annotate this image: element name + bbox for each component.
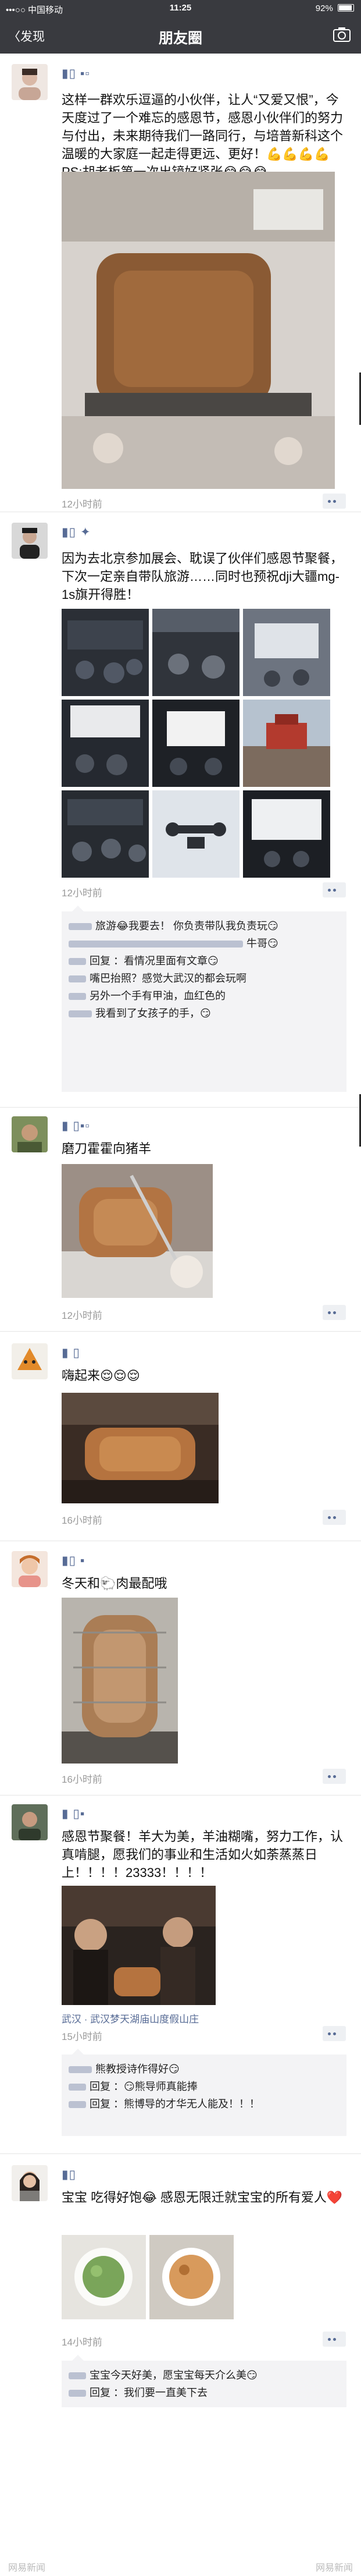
clock: 11:25 xyxy=(169,3,192,13)
moments-screen: •••○○ 中国移动 11:25 92% 〈发现 朋友圈 ▮▯ ▪▫ 这样一群欢… xyxy=(0,0,361,2576)
moment-post: ▮▯ ▪▫ 这样一群欢乐逗逼的小伙伴，让人“又爱又恨”，今天度过了一个难忘的感恩… xyxy=(0,64,361,512)
comment-list: 宝宝今天好美，愿宝宝每天介么美😏 回复 ：我们要一直美下去 xyxy=(62,2355,346,2407)
location-link[interactable]: 武汉 · 武汉梦天湖庙山度假山庄 xyxy=(62,2011,199,2025)
comment-item[interactable]: 回复 ：😏熊导师真能捧 xyxy=(69,2078,339,2095)
post-photo[interactable] xyxy=(62,172,335,489)
nav-bar: 〈发现 朋友圈 xyxy=(0,16,361,54)
post-text: 嗨起来😌😌😌 xyxy=(62,1368,140,1383)
moment-post: ▮▯ ▪ 冬天和🐑肉最配哦 16小时前 xyxy=(0,1551,361,1796)
avatar[interactable] xyxy=(12,1804,48,1840)
poster-name[interactable]: ▮ ▯ xyxy=(62,1346,80,1360)
post-photo[interactable] xyxy=(62,1393,219,1503)
post-time: 12小时前 xyxy=(62,888,102,899)
grid-photo[interactable] xyxy=(62,700,149,787)
poster-name[interactable]: ▮▯ ▪▫ xyxy=(62,66,90,81)
comment-item[interactable]: 回复 ：我们要一直美下去 xyxy=(69,2384,339,2401)
more-button[interactable] xyxy=(323,494,346,509)
comment-item[interactable]: 牛哥😏 xyxy=(69,935,339,952)
grid-photo[interactable] xyxy=(243,790,330,878)
divider xyxy=(0,1107,361,1108)
grid-photo[interactable] xyxy=(62,2235,146,2319)
poster-name[interactable]: ▮▯ ▪ xyxy=(62,1553,85,1568)
avatar[interactable] xyxy=(12,1343,48,1379)
comment-item[interactable]: 宝宝今天好美，愿宝宝每天介么美😏 xyxy=(69,2366,339,2384)
more-button[interactable] xyxy=(323,882,346,897)
poster-name[interactable]: ▮ ▯▪ xyxy=(62,1807,85,1821)
comment-list: 熊教授诗作得好😏 回复 ：😏熊导师真能捧 回复 ：熊博导的才华无人能及！！！ xyxy=(62,2049,346,2136)
post-time: 12小时前 xyxy=(62,1310,102,1321)
comment-item[interactable]: 嘴巴抬照？感觉大武汉的都会玩啊 xyxy=(69,970,339,987)
grid-photo[interactable] xyxy=(243,609,330,696)
grid-photo[interactable] xyxy=(243,700,330,787)
page-title: 朋友圈 xyxy=(158,30,202,47)
comment-item[interactable]: 熊教授诗作得好😏 xyxy=(69,2060,339,2078)
avatar[interactable] xyxy=(12,2165,48,2201)
divider xyxy=(0,2153,361,2154)
post-photo[interactable] xyxy=(62,1886,216,2005)
moment-post: ▮▯ 宝宝 吃得好饱😂 感恩无限迁就宝宝的所有爱人❤️ 14小时前 宝宝今天好美… xyxy=(0,2165,361,2576)
divider xyxy=(0,1795,361,1796)
comment-item[interactable]: 回复 ：看情况里面有文章😏 xyxy=(69,952,339,970)
comment-item[interactable]: 旅游😂我要去！ 你负责带队我负责玩😏 xyxy=(69,917,339,935)
moment-post: ▮ ▯ 嗨起来😌😌😌 16小时前 xyxy=(0,1343,361,1547)
poster-name[interactable]: ▮▯ ✦ xyxy=(62,525,91,540)
comment-list: 旅游😂我要去！ 你负责带队我负责玩😏 牛哥😏 回复 ：看情况里面有文章😏 嘴巴抬… xyxy=(62,906,346,1092)
grid-photo[interactable] xyxy=(149,2235,234,2319)
grid-photo[interactable] xyxy=(152,700,240,787)
grid-photo[interactable] xyxy=(62,790,149,878)
grid-photo[interactable] xyxy=(62,609,149,696)
battery-percent: 92% xyxy=(315,3,333,13)
more-button[interactable] xyxy=(323,1510,346,1525)
post-text: 磨刀霍霍向猪羊 xyxy=(62,1141,152,1156)
battery-indicator: 92% xyxy=(316,3,354,13)
post-photo[interactable] xyxy=(62,1598,178,1764)
watermark-right: 网易新闻 xyxy=(315,2563,353,2573)
post-text: 感恩节聚餐！羊大为美，羊油糊嘴，努力工作，认真啃腿，愿我们的事业和生活如火如荼蒸… xyxy=(62,1829,344,1880)
grid-photo[interactable] xyxy=(152,609,240,696)
more-button[interactable] xyxy=(323,1769,346,1784)
post-text: 冬天和🐑肉最配哦 xyxy=(62,1576,167,1591)
avatar[interactable] xyxy=(12,523,48,559)
grid-photo[interactable] xyxy=(152,790,240,878)
status-bar: •••○○ 中国移动 11:25 92% xyxy=(0,0,361,16)
avatar[interactable] xyxy=(12,64,48,100)
divider xyxy=(0,1331,361,1332)
moment-post: ▮▯ ✦ 因为去北京参加展会、耽误了伙伴们感恩节聚餐，下次一定亲自带队旅游……同… xyxy=(0,523,361,1108)
avatar[interactable] xyxy=(12,1551,48,1587)
avatar[interactable] xyxy=(12,1116,48,1152)
camera-icon[interactable] xyxy=(333,27,351,45)
post-text: 因为去北京参加展会、耽误了伙伴们感恩节聚餐，下次一定亲自带队旅游……同时也预祝d… xyxy=(62,551,344,602)
moment-post: ▮ ▯▪▫ 磨刀霍霍向猪羊 12小时前 xyxy=(0,1116,361,1349)
more-button[interactable] xyxy=(323,2026,346,2041)
comment-item[interactable]: 我看到了女孩子的手，😏 xyxy=(69,1005,339,1022)
post-photo[interactable] xyxy=(62,1164,213,1298)
post-text: 宝宝 吃得好饱😂 感恩无限迁就宝宝的所有爱人❤️ xyxy=(62,2190,343,2205)
post-time: 15小时前 xyxy=(62,2031,102,2042)
poster-name[interactable]: ▮ ▯▪▫ xyxy=(62,1119,90,1133)
watermark-left: 网易新闻 xyxy=(8,2563,46,2573)
battery-icon xyxy=(338,4,354,12)
more-button[interactable] xyxy=(323,1305,346,1320)
post-time: 14小时前 xyxy=(62,2337,102,2348)
comment-item[interactable]: 另外一个手有甲油，血红色的 xyxy=(69,987,339,1005)
poster-name[interactable]: ▮▯ xyxy=(62,2167,76,2182)
post-time: 16小时前 xyxy=(62,1774,102,1785)
post-text: 这样一群欢乐逗逼的小伙伴，让人“又爱又恨”，今天度过了一个难忘的感恩节，感恩小伙… xyxy=(62,93,344,179)
moment-post: ▮ ▯▪ 感恩节聚餐！羊大为美，羊油糊嘴，努力工作，认真啃腿，愿我们的事业和生活… xyxy=(0,1804,361,2206)
more-button[interactable] xyxy=(323,2332,346,2347)
comment-item[interactable]: 回复 ：熊博导的才华无人能及！！！ xyxy=(69,2095,339,2113)
post-time: 16小时前 xyxy=(62,1515,102,1526)
post-time: 12小时前 xyxy=(62,499,102,510)
